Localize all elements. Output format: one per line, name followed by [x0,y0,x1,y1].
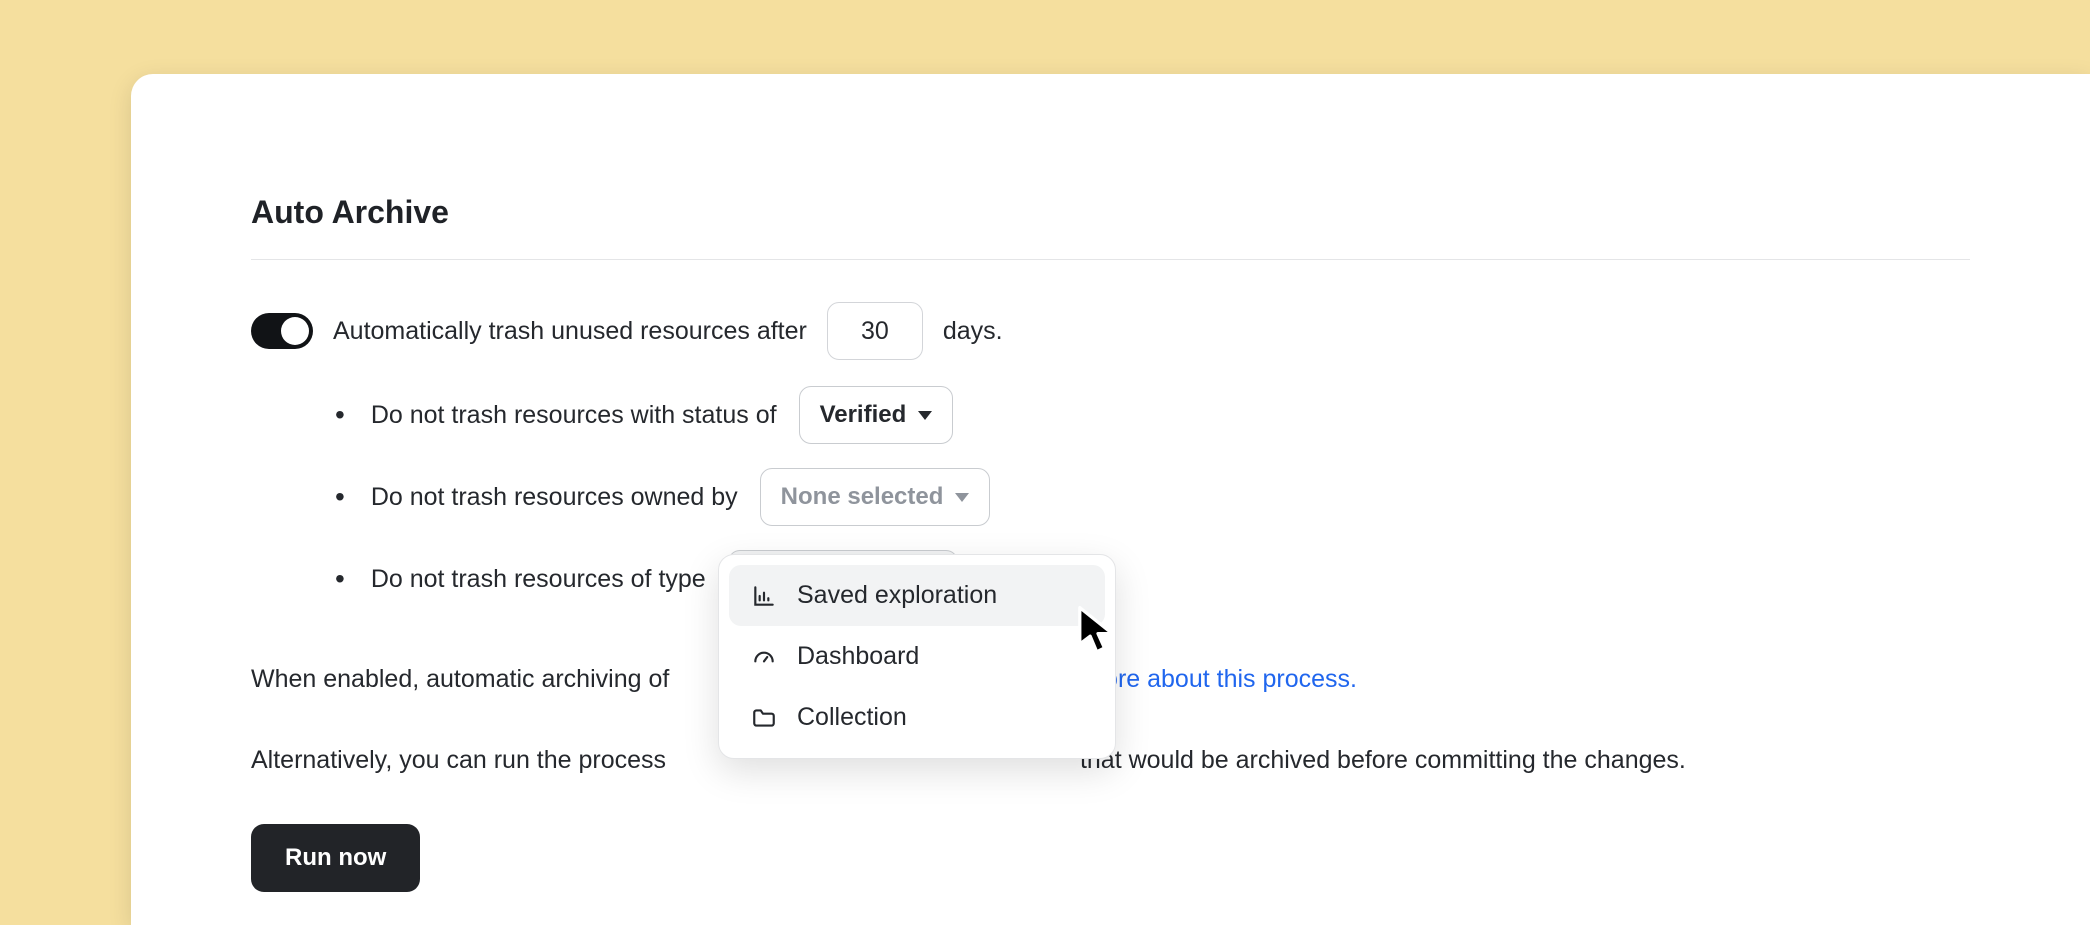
rule-status: Do not trash resources with status of Ve… [335,386,1970,444]
owner-select-value: None selected [781,483,944,511]
menu-item-collection[interactable]: Collection [729,687,1105,748]
enable-label-before: Automatically trash unused resources aft… [333,317,807,346]
menu-item-label: Collection [797,703,907,732]
chevron-down-icon [955,493,969,502]
rule-owner: Do not trash resources owned by None sel… [335,468,1970,526]
menu-item-label: Dashboard [797,642,919,671]
settings-card: Auto Archive Automatically trash unused … [131,74,2090,925]
days-input[interactable] [827,302,923,360]
status-select[interactable]: Verified [799,386,954,444]
type-dropdown: Saved exploration Dashboard Collection [718,554,1116,759]
section-title: Auto Archive [251,194,1970,231]
desc-line2-before: Alternatively, you can run the process [251,746,666,774]
menu-item-dashboard[interactable]: Dashboard [729,626,1105,687]
rule-type-label: Do not trash resources of type [371,565,706,594]
chevron-down-icon [918,411,932,420]
enable-label-after: days. [943,317,1003,346]
rule-type: Do not trash resources of type None sele… [335,550,1970,608]
menu-item-label: Saved exploration [797,581,997,610]
desc-line2-after: that would be archived before committing… [1080,746,1686,774]
owner-select[interactable]: None selected [760,468,991,526]
enable-toggle[interactable] [251,313,313,349]
status-select-value: Verified [820,401,907,429]
rule-owner-label: Do not trash resources owned by [371,483,738,512]
bar-chart-icon [751,583,777,609]
folder-icon [751,705,777,731]
enable-row: Automatically trash unused resources aft… [251,302,1970,360]
menu-item-saved-exploration[interactable]: Saved exploration [729,565,1105,626]
rule-status-label: Do not trash resources with status of [371,401,777,430]
gauge-icon [751,644,777,670]
run-now-button[interactable]: Run now [251,824,420,892]
learn-more-link[interactable]: more about this process. [1083,665,1357,693]
desc-line1-before: When enabled, automatic archiving of [251,665,669,693]
divider [251,259,1970,260]
